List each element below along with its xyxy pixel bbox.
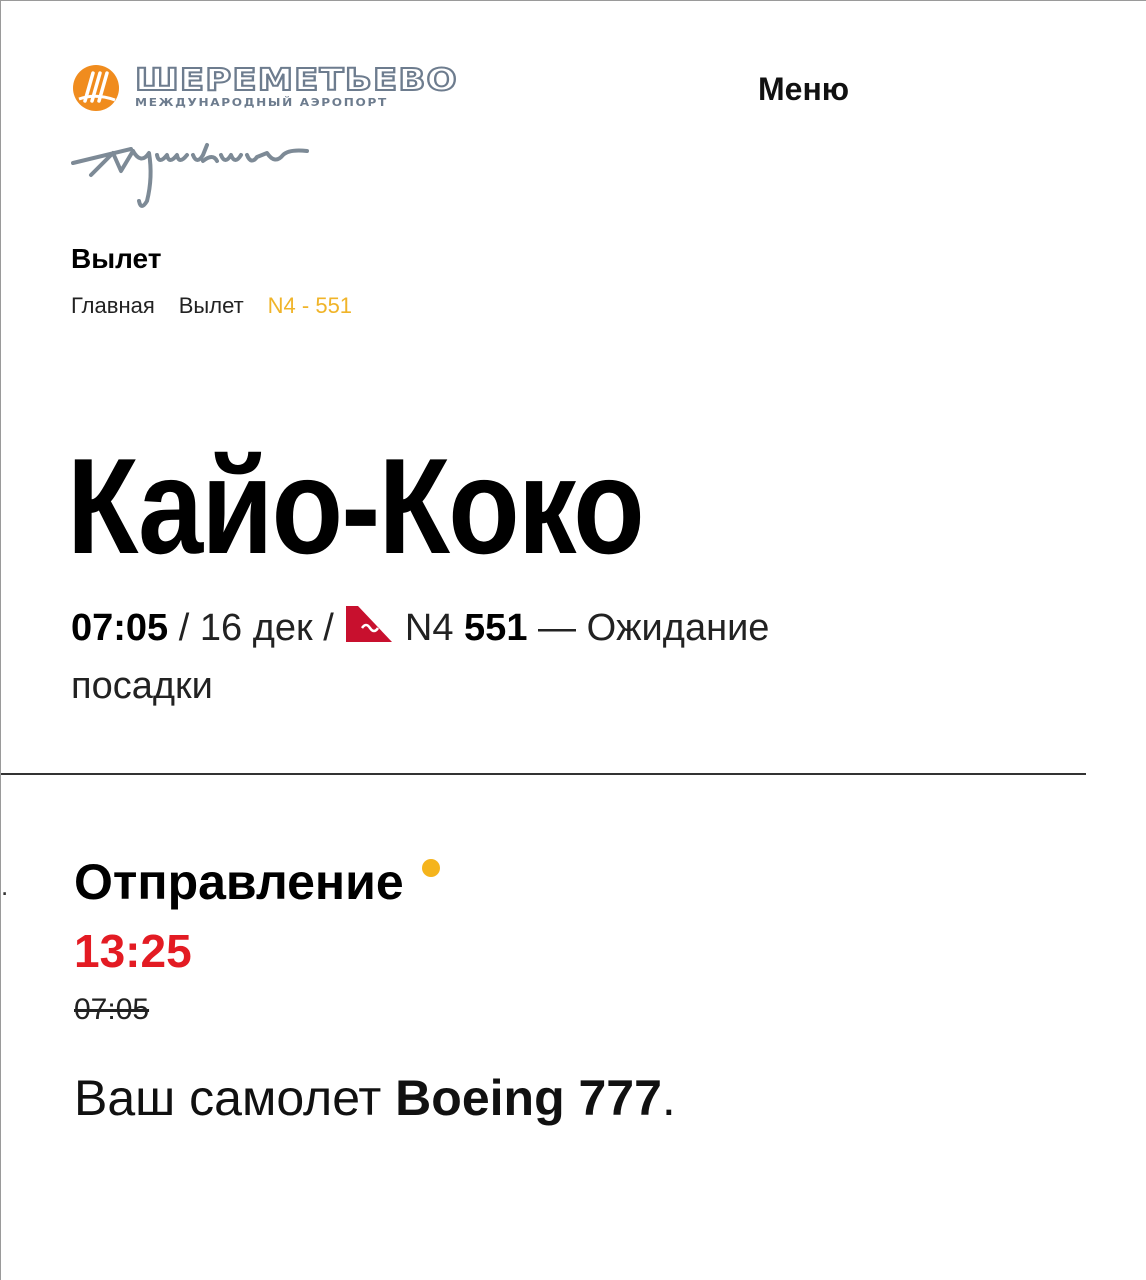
- flight-date: 16 дек: [199, 607, 313, 649]
- destination-title: Кайо-Коко: [67, 430, 645, 582]
- departure-title: Отправление: [74, 854, 404, 910]
- page: ШЕРЕМЕТЬЕВО МЕЖДУНАРОДНЫЙ АЭРОПОРТ Меню …: [0, 0, 1146, 1280]
- aircraft-model: Boeing 777: [395, 1070, 662, 1126]
- breadcrumb-home-link[interactable]: Главная: [71, 293, 155, 319]
- aircraft-suffix: .: [661, 1070, 676, 1126]
- airline-tail-icon: [346, 606, 393, 642]
- status-dot-icon: [421, 859, 440, 877]
- departure-heading: Отправление: [74, 853, 440, 911]
- pushkin-signature-logo: [71, 143, 309, 208]
- divider: [1, 773, 1086, 775]
- section-title: Вылет: [71, 243, 162, 274]
- dash: —: [527, 607, 587, 649]
- breadcrumb-current: N4 - 551: [267, 293, 353, 318]
- aircraft-info: Ваш самолет Boeing 777.: [74, 1069, 676, 1127]
- menu-button[interactable]: Меню: [758, 71, 849, 108]
- separator: /: [168, 607, 200, 649]
- aircraft-prefix: Ваш самолет: [74, 1070, 396, 1126]
- logo-subtitle: МЕЖДУНАРОДНЫЙ АЭРОПОРТ: [135, 96, 388, 109]
- airport-emblem-icon: [73, 65, 119, 111]
- flight-summary: 07:05 / 16 дек / N4 551 — Ожидание посад…: [71, 599, 871, 715]
- flight-number: 551: [464, 607, 528, 649]
- breadcrumb-departures-link[interactable]: Вылет: [179, 293, 244, 319]
- logo-name: ШЕРЕМЕТЬЕВО: [134, 63, 458, 98]
- separator: /: [312, 607, 345, 649]
- original-departure-time: 07:05: [74, 993, 150, 1026]
- airline-code: N4: [404, 607, 454, 649]
- breadcrumb: Главная Вылет N4 - 551: [71, 293, 352, 319]
- new-departure-time: 13:25: [74, 925, 192, 977]
- site-header: ШЕРЕМЕТЬЕВО МЕЖДУНАРОДНЫЙ АЭРОПОРТ Меню: [71, 63, 1071, 213]
- cut-off-text: .: [1, 871, 9, 901]
- logo-text: ШЕРЕМЕТЬЕВО МЕЖДУНАРОДНЫЙ АЭРОПОРТ: [134, 65, 458, 110]
- airport-logo[interactable]: ШЕРЕМЕТЬЕВО МЕЖДУНАРОДНЫЙ АЭРОПОРТ: [71, 63, 458, 113]
- flight-time: 07:05: [71, 607, 169, 649]
